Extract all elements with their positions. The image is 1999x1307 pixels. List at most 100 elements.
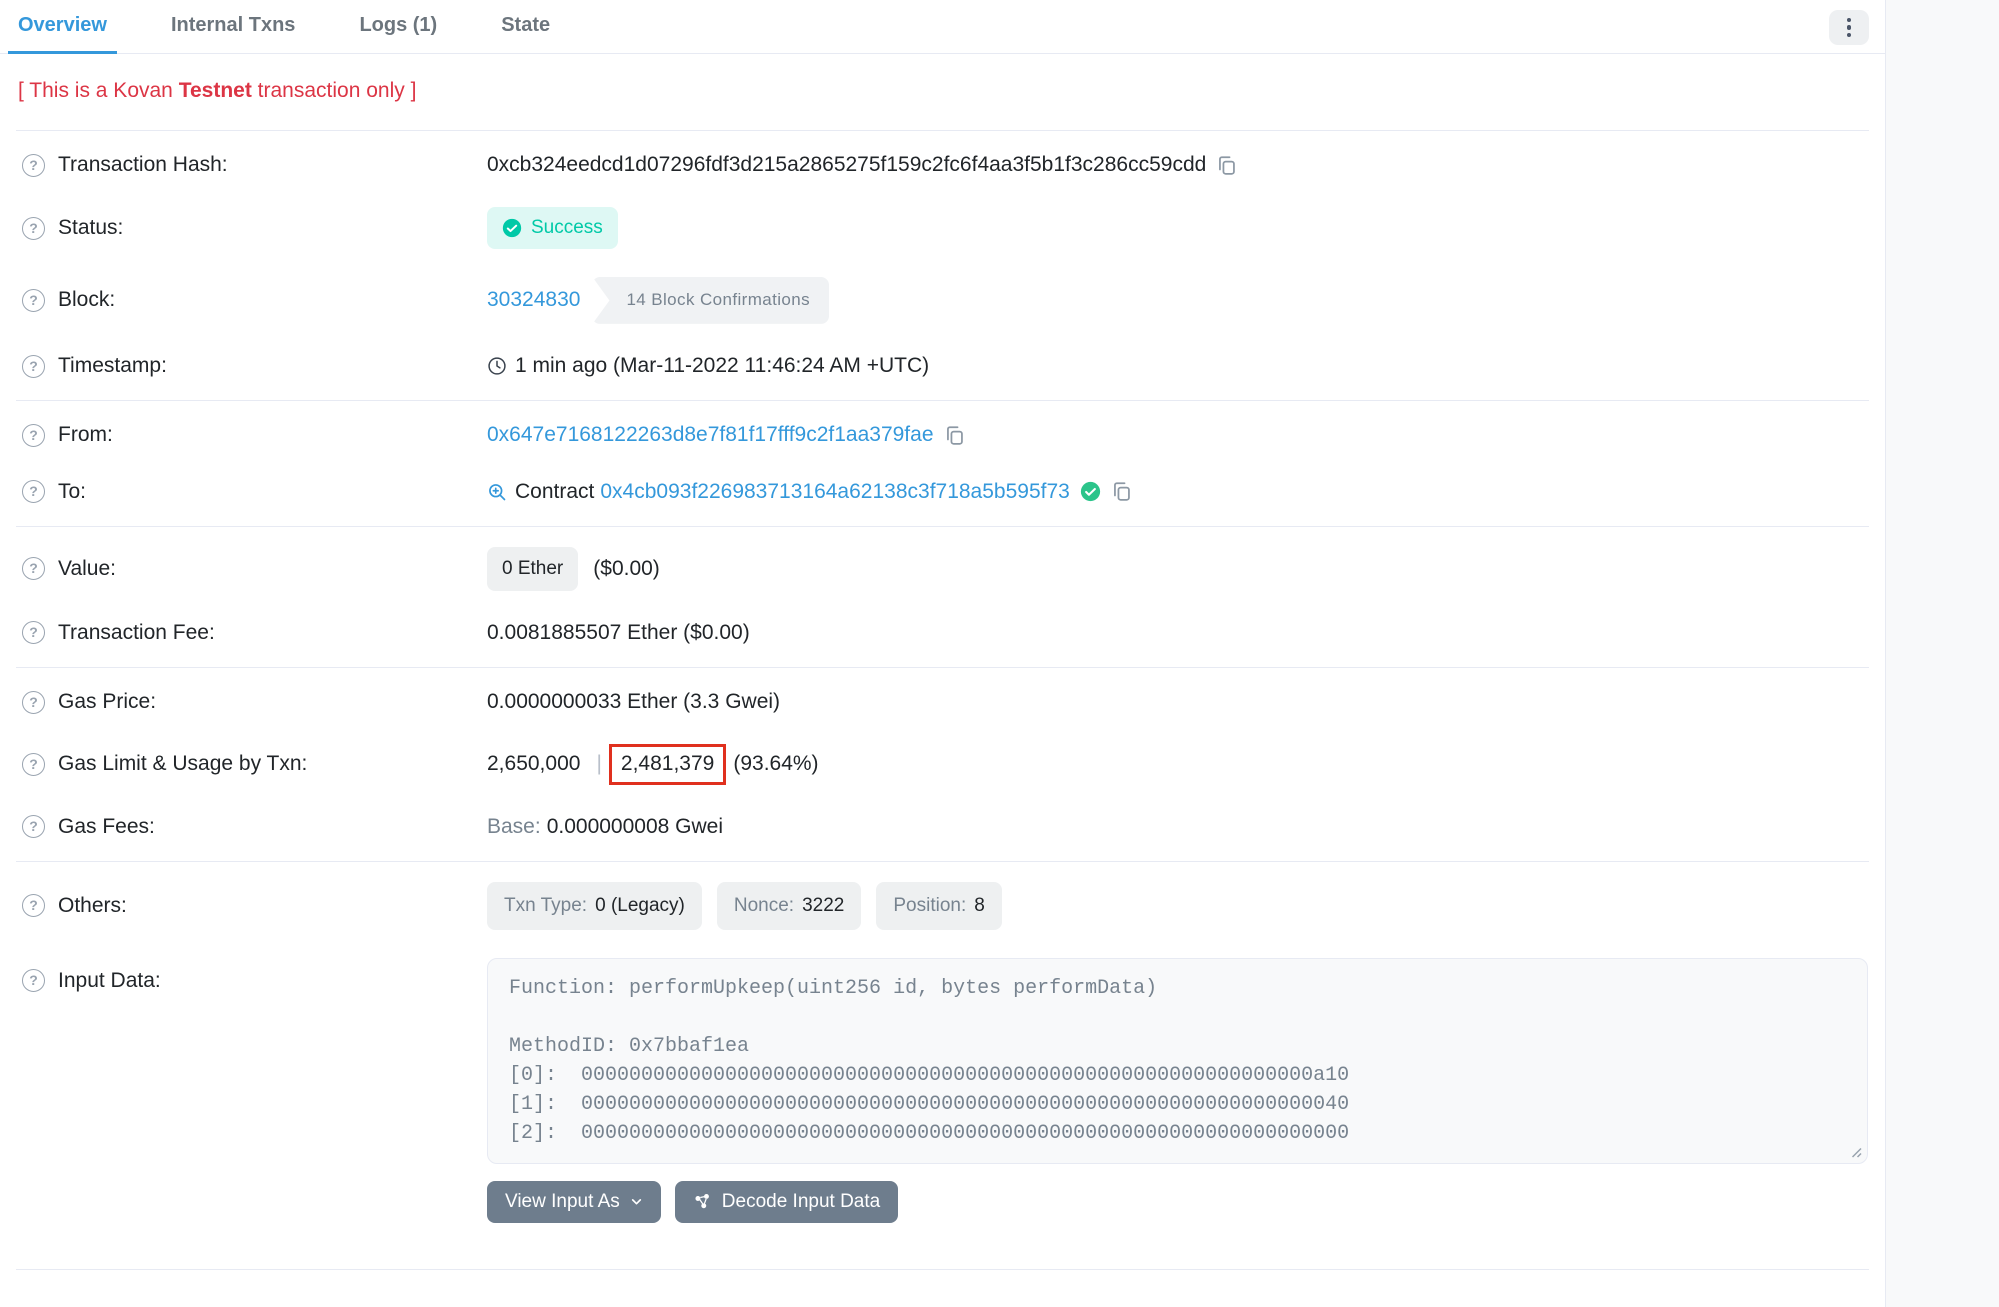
block-row: ? Block: 30324830 14 Block Confirmations [0, 263, 1885, 338]
transaction-hash-text: 0xcb324eedcd1d07296fdf3d215a2865275f159c… [487, 151, 1206, 179]
to-contract-word: Contract [515, 478, 594, 506]
from-address-link[interactable]: 0x647e7168122263d8e7f81f17fff9c2f1aa379f… [487, 421, 934, 449]
from-row: ? From: 0x647e7168122263d8e7f81f17fff9c2… [0, 407, 1885, 463]
copy-to-address-button[interactable] [1111, 481, 1132, 502]
label-text: From: [58, 421, 113, 449]
usd-value: ($0.00) [593, 555, 660, 583]
resize-grip-icon[interactable] [1849, 1145, 1862, 1158]
ether-value-badge: 0 Ether [487, 547, 578, 591]
help-icon: ? [22, 355, 45, 378]
testnet-notice: [ This is a Kovan Testnet transaction on… [0, 54, 1885, 130]
to-row: ? To: Contract 0x4cb093f226983713164a621… [0, 464, 1885, 520]
to-address-link[interactable]: 0x4cb093f226983713164a62138c3f718a5b595f… [600, 478, 1069, 506]
from-label: ? From: [22, 421, 487, 449]
nonce-badge: Nonce: 3222 [717, 882, 861, 930]
txn-type-name: Txn Type: [504, 893, 587, 919]
label-text: Timestamp: [58, 352, 167, 380]
gas-limit-usage-value: 2,650,000 | 2,481,379 (93.64%) [487, 744, 1865, 784]
label-text: Block: [58, 286, 115, 314]
status-value: Success [487, 207, 1865, 249]
others-label: ? Others: [22, 892, 487, 920]
value-value: 0 Ether ($0.00) [487, 547, 1865, 591]
label-text: Status: [58, 214, 123, 242]
section-others-input: ? Others: Txn Type: 0 (Legacy) Nonce: 32… [0, 862, 1885, 1243]
copy-from-address-button[interactable] [944, 425, 965, 446]
tab-logs[interactable]: Logs (1) [349, 0, 447, 54]
help-icon: ? [22, 480, 45, 503]
transaction-hash-row: ? Transaction Hash: 0xcb324eedcd1d07296f… [0, 137, 1885, 193]
more-options-button[interactable] [1829, 10, 1869, 45]
transaction-fee-row: ? Transaction Fee: 0.0081885507 Ether ($… [0, 605, 1885, 661]
from-value: 0x647e7168122263d8e7f81f17fff9c2f1aa379f… [487, 421, 1865, 449]
view-input-as-button[interactable]: View Input As [487, 1181, 661, 1223]
status-badge: Success [487, 207, 618, 249]
transaction-hash-label: ? Transaction Hash: [22, 151, 487, 179]
copy-icon [1111, 481, 1132, 502]
decode-input-data-label: Decode Input Data [722, 1191, 880, 1213]
chevron-down-icon [630, 1195, 643, 1208]
nonce-name: Nonce: [734, 893, 794, 919]
block-number-link[interactable]: 30324830 [487, 286, 580, 314]
label-text: Transaction Fee: [58, 619, 215, 647]
testnet-notice-suffix: transaction only ] [252, 79, 417, 102]
to-label: ? To: [22, 478, 487, 506]
transaction-fee-label: ? Transaction Fee: [22, 619, 487, 647]
input-data-textarea[interactable]: Function: performUpkeep(uint256 id, byte… [487, 958, 1868, 1164]
to-value: Contract 0x4cb093f226983713164a62138c3f7… [487, 478, 1865, 506]
copy-icon [944, 425, 965, 446]
tab-internal-txns[interactable]: Internal Txns [161, 0, 305, 54]
label-text: Gas Price: [58, 688, 156, 716]
value-row: ? Value: 0 Ether ($0.00) [0, 533, 1885, 605]
label-text: To: [58, 478, 86, 506]
help-icon: ? [22, 557, 45, 580]
nonce-value: 3222 [802, 893, 844, 919]
copy-icon [1216, 155, 1237, 176]
zoom-in-icon[interactable] [487, 482, 507, 502]
gas-price-text: 0.0000000033 Ether (3.3 Gwei) [487, 688, 780, 716]
gas-used-percent: (93.64%) [733, 750, 818, 778]
help-icon: ? [22, 969, 45, 992]
label-text: Others: [58, 892, 127, 920]
kebab-icon [1847, 33, 1852, 38]
decode-input-data-button[interactable]: Decode Input Data [675, 1181, 898, 1223]
status-badge-text: Success [531, 215, 603, 241]
block-value: 30324830 14 Block Confirmations [487, 277, 1865, 324]
help-icon: ? [22, 217, 45, 240]
copy-hash-button[interactable] [1216, 155, 1237, 176]
gas-fees-value: Base: 0.000000008 Gwei [487, 813, 1865, 841]
status-row: ? Status: Success [0, 193, 1885, 263]
timestamp-label: ? Timestamp: [22, 352, 487, 380]
gas-limit-usage-row: ? Gas Limit & Usage by Txn: 2,650,000 | … [0, 730, 1885, 798]
timestamp-value: 1 min ago (Mar-11-2022 11:46:24 AM +UTC) [487, 352, 1865, 380]
help-icon: ? [22, 894, 45, 917]
gas-used-text: 2,481,379 [621, 752, 714, 775]
tab-bar: Overview Internal Txns Logs (1) State [0, 0, 1885, 54]
gas-base-value: 0.000000008 Gwei [547, 813, 723, 841]
label-text: Transaction Hash: [58, 151, 228, 179]
transaction-hash-value: 0xcb324eedcd1d07296fdf3d215a2865275f159c… [487, 151, 1865, 179]
tab-state[interactable]: State [491, 0, 560, 54]
transaction-overview-card: Overview Internal Txns Logs (1) State [ … [0, 0, 1886, 1307]
help-icon: ? [22, 691, 45, 714]
others-row: ? Others: Txn Type: 0 (Legacy) Nonce: 32… [0, 868, 1885, 944]
others-value: Txn Type: 0 (Legacy) Nonce: 3222 Positio… [487, 882, 1865, 930]
transaction-fee-value: 0.0081885507 Ether ($0.00) [487, 619, 1865, 647]
tab-overview[interactable]: Overview [8, 0, 117, 54]
input-data-value: Function: performUpkeep(uint256 id, byte… [487, 958, 1868, 1223]
view-input-as-label: View Input As [505, 1191, 620, 1213]
position-value: 8 [974, 893, 985, 919]
section-value-fee: ? Value: 0 Ether ($0.00) ? Transaction F… [0, 527, 1885, 667]
section-from-to: ? From: 0x647e7168122263d8e7f81f17fff9c2… [0, 401, 1885, 526]
gas-base-label: Base: [487, 813, 541, 841]
decode-icon [693, 1192, 712, 1211]
clock-icon [487, 356, 507, 376]
txn-type-badge: Txn Type: 0 (Legacy) [487, 882, 702, 930]
testnet-notice-bold: Testnet [179, 79, 252, 102]
help-icon: ? [22, 753, 45, 776]
help-icon: ? [22, 621, 45, 644]
gas-limit-usage-label: ? Gas Limit & Usage by Txn: [22, 750, 487, 778]
gas-separator: | [596, 750, 601, 778]
help-icon: ? [22, 154, 45, 177]
help-icon: ? [22, 289, 45, 312]
txn-type-value: 0 (Legacy) [595, 893, 685, 919]
